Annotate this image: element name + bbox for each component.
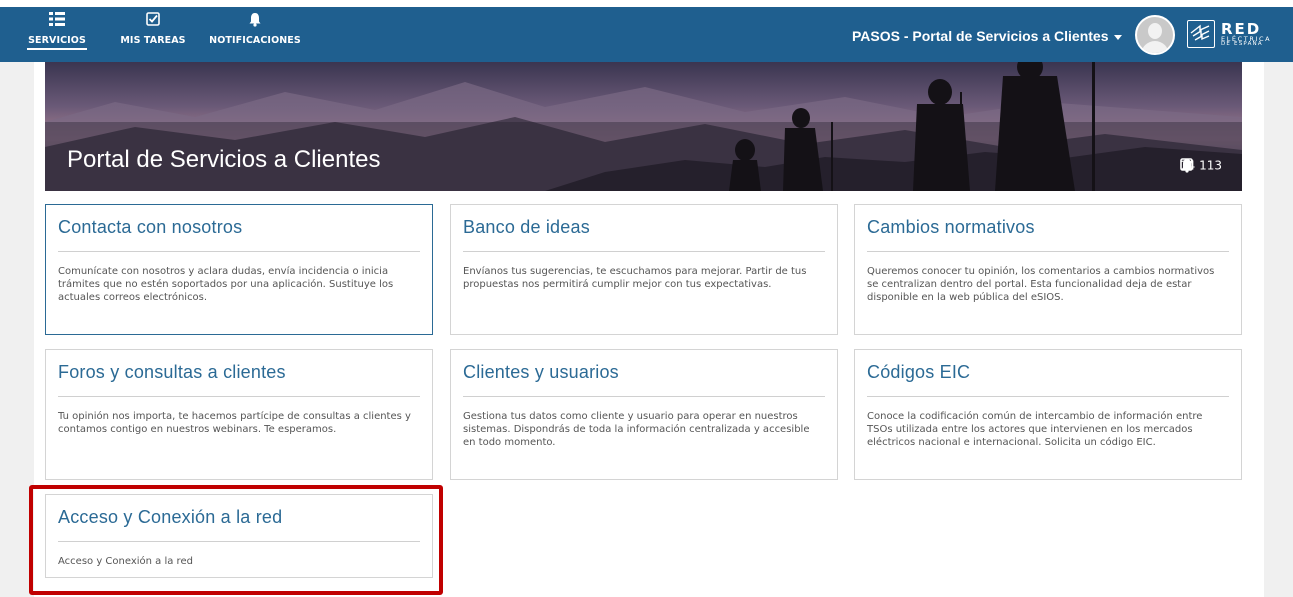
hero-stats: 14 113 bbox=[1180, 158, 1222, 173]
services-grid-icon bbox=[27, 12, 87, 32]
company-logo: RED ELÉCTRICA DE ESPAÑA bbox=[1187, 20, 1283, 48]
avatar[interactable] bbox=[1135, 15, 1175, 55]
card-foros-consultas[interactable]: Foros y consultas a clientes Tu opinión … bbox=[45, 349, 433, 480]
notifications-count: 113 bbox=[1199, 158, 1222, 173]
card-cambios-normativos[interactable]: Cambios normativos Queremos conocer tu o… bbox=[854, 204, 1242, 335]
top-navigation-bar: SERVICIOS MIS TAREAS NOTIFICACIONES PASO… bbox=[0, 0, 1293, 62]
card-codigos-eic[interactable]: Códigos EIC Conoce la codificación común… bbox=[854, 349, 1242, 480]
hero-title: Portal de Servicios a Clientes bbox=[67, 146, 381, 173]
card-banco-ideas[interactable]: Banco de ideas Envíanos tus sugerencias,… bbox=[450, 204, 838, 335]
card-description: Envíanos tus sugerencias, te escuchamos … bbox=[463, 266, 807, 290]
card-title: Cambios normativos bbox=[867, 217, 1035, 237]
checkbox-icon bbox=[108, 12, 198, 32]
nav-mis-tareas[interactable]: MIS TAREAS bbox=[108, 12, 198, 62]
card-description: Gestiona tus datos como cliente y usuari… bbox=[463, 411, 810, 448]
nav-mis-tareas-label: MIS TAREAS bbox=[120, 35, 186, 46]
divider bbox=[463, 251, 825, 252]
portal-selector[interactable]: PASOS - Portal de Servicios a Clientes bbox=[852, 28, 1122, 44]
card-description: Queremos conocer tu opinión, los comenta… bbox=[867, 266, 1215, 303]
card-title: Foros y consultas a clientes bbox=[58, 362, 286, 382]
card-title: Contacta con nosotros bbox=[58, 217, 243, 237]
divider bbox=[867, 251, 1229, 252]
portal-title: PASOS - Portal de Servicios a Clientes bbox=[852, 28, 1109, 44]
logo-emblem-icon bbox=[1187, 20, 1215, 48]
nav-notificaciones-label: NOTIFICACIONES bbox=[209, 35, 301, 46]
bell-icon bbox=[205, 12, 305, 32]
card-title: Clientes y usuarios bbox=[463, 362, 619, 382]
nav-notificaciones[interactable]: NOTIFICACIONES bbox=[205, 12, 305, 62]
card-contacta[interactable]: Contacta con nosotros Comunícate con nos… bbox=[45, 204, 433, 335]
card-description: Conoce la codificación común de intercam… bbox=[867, 411, 1203, 448]
card-title: Banco de ideas bbox=[463, 217, 590, 237]
logo-line-2: DE ESPAÑA bbox=[1221, 41, 1263, 47]
divider bbox=[58, 396, 420, 397]
card-description: Tu opinión nos importa, te hacemos partí… bbox=[58, 411, 411, 435]
card-description: Comunícate con nosotros y aclara dudas, … bbox=[58, 266, 394, 303]
card-clientes-usuarios[interactable]: Clientes y usuarios Gestiona tus datos c… bbox=[450, 349, 838, 480]
divider bbox=[463, 396, 825, 397]
highlight-annotation bbox=[29, 485, 443, 595]
nav-servicios-label: SERVICIOS bbox=[27, 35, 87, 50]
hero-banner: Portal de Servicios a Clientes 14 113 bbox=[45, 62, 1242, 191]
divider bbox=[867, 396, 1229, 397]
chevron-down-icon bbox=[1113, 34, 1122, 40]
card-title: Códigos EIC bbox=[867, 362, 971, 382]
nav-servicios[interactable]: SERVICIOS bbox=[27, 12, 87, 62]
divider bbox=[58, 251, 420, 252]
